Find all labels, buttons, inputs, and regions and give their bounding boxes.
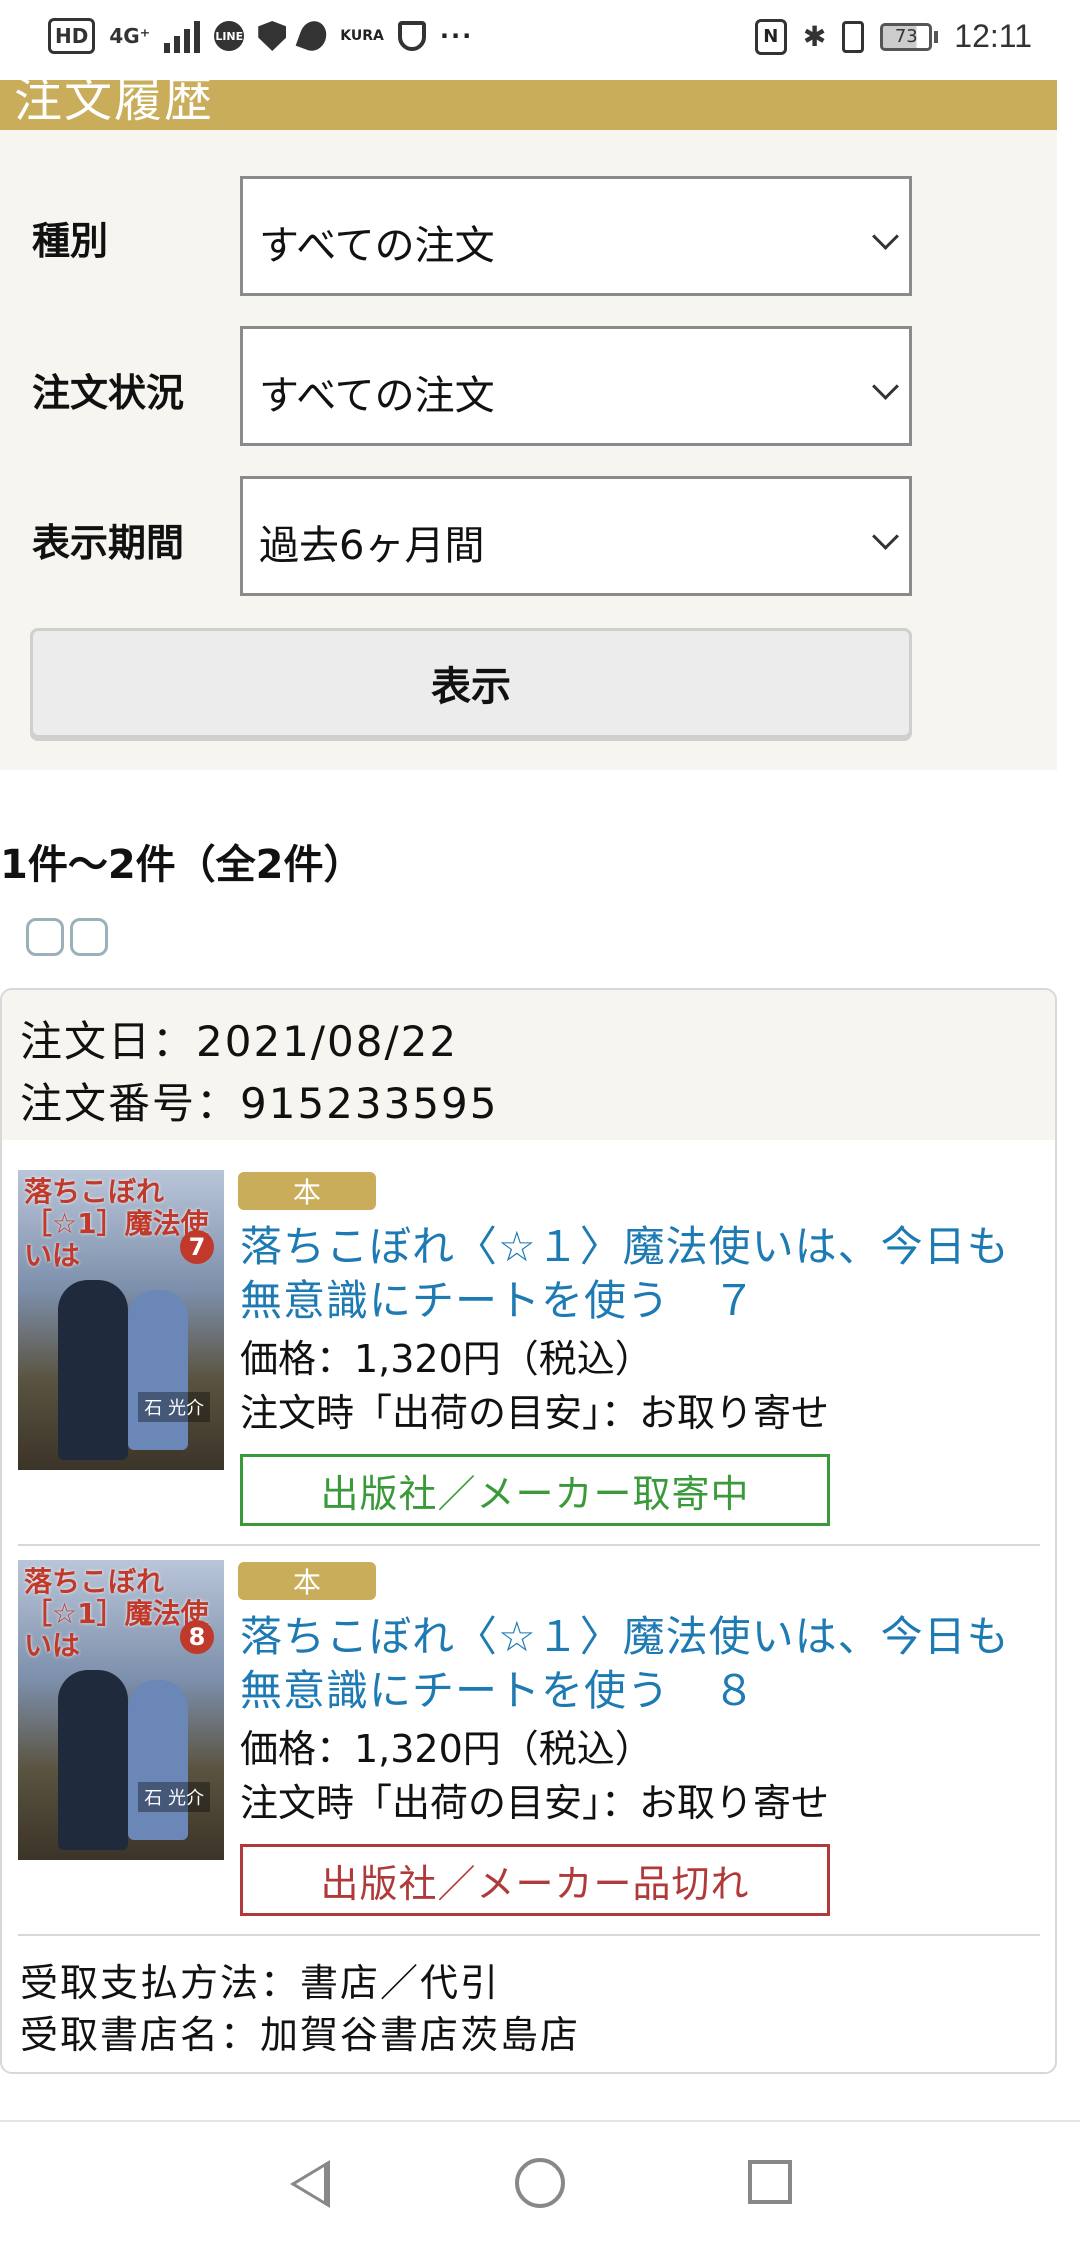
order-item: 落ちこぼれ［☆1］魔法使いは 7 石 光介 本 落ちこぼれ〈☆１〉魔法使いは、今…: [18, 1170, 1040, 1560]
status-select-value: すべての注文: [259, 373, 495, 419]
book-cover-image[interactable]: 落ちこぼれ［☆1］魔法使いは 8 石 光介: [18, 1560, 224, 1860]
hd-icon: HD: [48, 18, 96, 54]
item-shipping-estimate: 注文時「出荷の目安」：お取り寄せ: [240, 1781, 830, 1825]
status-label: 注文状況: [32, 371, 185, 415]
carrot-icon: [295, 17, 331, 55]
item-divider: [18, 1934, 1040, 1936]
bluetooth-icon: ✱: [802, 20, 827, 53]
page-header: 注文履歴: [0, 80, 1057, 130]
shield-outline-icon: [397, 21, 426, 51]
order-card: 注文日：2021/08/22 注文番号：915233595 落ちこぼれ［☆1］魔…: [0, 988, 1057, 2074]
item-status-badge: 出版社／メーカー品切れ: [240, 1844, 830, 1916]
book-cover-image[interactable]: 落ちこぼれ［☆1］魔法使いは 7 石 光介: [18, 1170, 224, 1470]
pager: [26, 918, 108, 956]
cover-figure: [58, 1670, 128, 1850]
cover-volume: 7: [180, 1230, 214, 1264]
chevron-down-icon: [872, 223, 899, 250]
item-type-badge: 本: [238, 1562, 376, 1600]
filter-panel: 種別 すべての注文 注文状況 すべての注文 表示期間 過去6ヶ月間 表示: [0, 130, 1057, 770]
cover-figure: [128, 1290, 188, 1450]
item-price: 価格：1,320円（税込）: [240, 1727, 653, 1771]
period-select-value: 過去6ヶ月間: [259, 523, 485, 569]
page-title: 注文履歴: [14, 80, 215, 128]
cover-author: 石 光介: [138, 1392, 210, 1422]
home-icon[interactable]: [515, 2158, 565, 2208]
pager-button-1[interactable]: [26, 918, 64, 956]
cover-volume: 8: [180, 1620, 214, 1654]
type-label: 種別: [32, 219, 109, 263]
result-count: 1件〜2件（全2件）: [0, 842, 364, 888]
pickup-store: 受取書店名：加賀谷書店茨島店: [20, 2013, 581, 2057]
period-label: 表示期間: [32, 521, 185, 565]
status-bar-right: N ✱ 73 12:11: [754, 18, 1032, 55]
chevron-down-icon: [872, 523, 899, 550]
cover-figure: [58, 1280, 128, 1460]
order-number: 注文番号：915233595: [20, 1079, 499, 1128]
status-select[interactable]: すべての注文: [240, 326, 912, 446]
clock: 12:11: [954, 18, 1032, 54]
recent-apps-icon[interactable]: [748, 2160, 792, 2204]
status-bar: HD 4G⁺ LINE KURA ··· N ✱ 73 12:11: [0, 0, 1080, 80]
item-price: 価格：1,320円（税込）: [240, 1337, 653, 1381]
cover-figure: [128, 1680, 188, 1840]
battery-level: 73: [880, 22, 933, 51]
period-select[interactable]: 過去6ヶ月間: [240, 476, 912, 596]
order-item: 落ちこぼれ［☆1］魔法使いは 8 石 光介 本 落ちこぼれ〈☆１〉魔法使いは、今…: [18, 1560, 1040, 1950]
payment-method: 受取支払方法：書店／代引: [20, 1961, 501, 2005]
nfc-icon: N: [754, 18, 787, 55]
cover-author: 石 光介: [138, 1782, 210, 1812]
network-type-icon: 4G⁺: [109, 24, 151, 48]
vibrate-icon: [842, 20, 865, 53]
item-status-badge: 出版社／メーカー取寄中: [240, 1454, 830, 1526]
more-icon: ···: [439, 22, 474, 50]
item-divider: [18, 1544, 1040, 1546]
show-button[interactable]: 表示: [30, 628, 912, 738]
type-select[interactable]: すべての注文: [240, 176, 912, 296]
type-select-value: すべての注文: [259, 223, 495, 269]
item-shipping-estimate: 注文時「出荷の目安」：お取り寄せ: [240, 1391, 830, 1435]
battery-icon: 73: [880, 22, 939, 51]
pager-button-2[interactable]: [70, 918, 108, 956]
item-type-badge: 本: [238, 1172, 376, 1210]
order-header: 注文日：2021/08/22 注文番号：915233595: [2, 990, 1055, 1140]
navigation-bar: [0, 2120, 1080, 2242]
signal-icon: [164, 19, 201, 53]
status-bar-left: HD 4G⁺ LINE KURA ···: [48, 17, 474, 55]
kura-icon: KURA: [340, 28, 384, 44]
order-date: 注文日：2021/08/22: [20, 1017, 459, 1066]
back-icon[interactable]: [290, 2160, 330, 2208]
item-title-link[interactable]: 落ちこぼれ〈☆１〉魔法使いは、今日も無意識にチートを使う ８: [240, 1610, 1020, 1718]
chevron-down-icon: [872, 373, 899, 400]
line-icon: LINE: [214, 21, 245, 51]
shield-icon: [258, 21, 287, 51]
item-title-link[interactable]: 落ちこぼれ〈☆１〉魔法使いは、今日も無意識にチートを使う ７: [240, 1220, 1020, 1328]
